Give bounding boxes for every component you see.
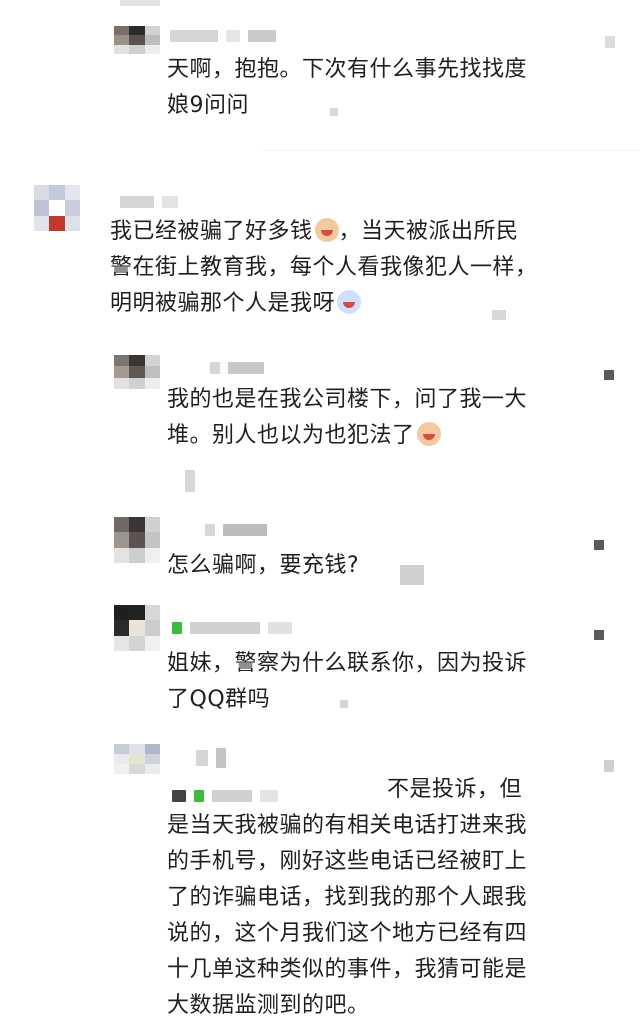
username-blurred[interactable] [170,30,276,42]
avatar[interactable] [114,517,160,563]
username-blurred[interactable] [120,196,178,208]
blurred-fragment [330,108,338,116]
comment-text: 姐妹，警察为什么联系你，因为投诉了QQ群吗 [167,651,528,712]
username-blurred[interactable] [210,362,264,374]
blurred-fragment [400,565,424,585]
comment-text-body: 我的也是在我公司楼下，问了我一大堆。别人也以为也犯法了 [167,387,528,448]
divider [262,150,640,151]
comment-text: 我的也是在我公司楼下，问了我一大堆。别人也以为也犯法了 [167,382,539,454]
comment-text-part1: 我已经被骗了好多钱 [110,219,313,244]
blurred-fragment [120,0,160,6]
avatar[interactable] [114,744,160,774]
blurred-fragment [604,370,614,380]
blurred-fragment [492,310,506,320]
crying-face-emoji [337,290,362,314]
comment-text: 怎么骗啊，要充钱? [167,553,360,578]
crying-face-emoji [416,422,441,446]
blurred-fragment [604,760,614,772]
blurred-fragment [340,700,348,708]
blurred-fragment [605,36,615,48]
username-blurred[interactable] [172,622,292,634]
avatar[interactable] [114,355,160,389]
avatar[interactable] [114,605,160,651]
comment-text: 我已经被骗了好多钱 ，当天被派出所民警在街上教育我，每个人看我像犯人一样，明明被骗… [110,214,540,322]
blurred-fragment [594,630,604,640]
avatar[interactable] [114,26,160,54]
crying-face-emoji [314,218,339,242]
blurred-fragment [594,540,604,550]
comment-text: 不是投诉，但是当天我被骗的有相关电话打进来我的手机号，刚好这些电话已经被盯上了的… [167,777,528,1018]
comment-text: 天啊，抱抱。下次有什么事先找找度娘9问问 [167,57,528,118]
avatar[interactable] [34,185,80,231]
blurred-fragment [185,470,195,492]
username-blurred[interactable] [196,748,226,768]
username-blurred[interactable] [205,524,267,536]
